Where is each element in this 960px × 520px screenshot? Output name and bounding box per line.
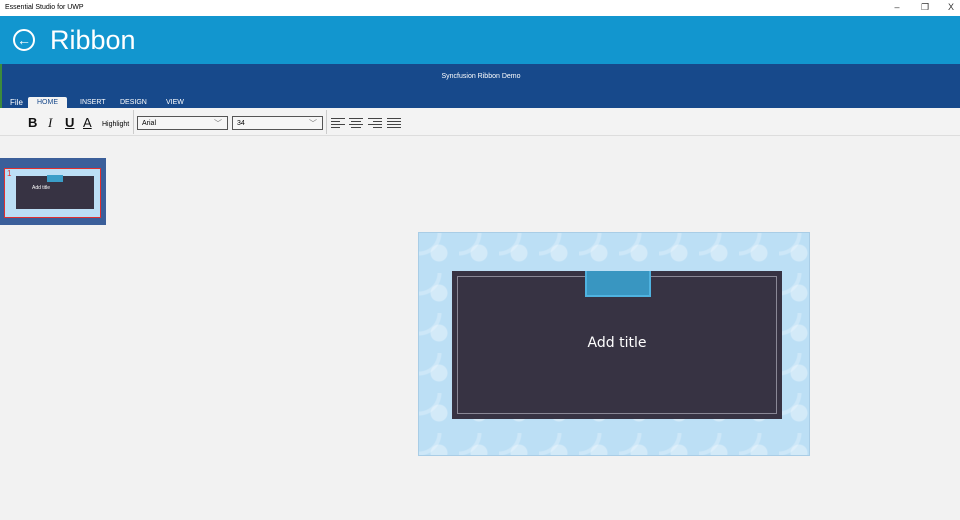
tab-file[interactable]: File — [4, 97, 29, 108]
font-family-select[interactable]: Arial ﹀ — [137, 116, 228, 130]
italic-button[interactable]: I — [48, 115, 52, 131]
align-center-icon[interactable] — [349, 118, 363, 128]
divider — [326, 110, 327, 134]
font-color-button[interactable]: A — [83, 115, 92, 130]
ribbon-title: Syncfusion Ribbon Demo — [441, 73, 521, 80]
slide-thumbnail[interactable]: 1 Add title — [0, 158, 106, 225]
thumbnail-title: Add title — [32, 185, 51, 191]
chevron-down-icon: ﹀ — [309, 119, 317, 128]
tab-view[interactable]: VIEW — [160, 97, 190, 108]
highlight-button[interactable]: Highlight — [102, 121, 129, 128]
slide-title[interactable]: Add title — [452, 335, 782, 351]
tab-insert[interactable]: INSERT — [74, 97, 112, 108]
slide-canvas[interactable]: Add title — [418, 232, 810, 456]
back-arrow-icon[interactable]: ← — [13, 29, 35, 51]
divider — [133, 110, 134, 134]
tab-design[interactable]: DESIGN — [114, 97, 153, 108]
font-size-value: 34 — [237, 120, 245, 127]
window-title: Essential Studio for UWP — [5, 4, 84, 11]
restore-button[interactable]: ❐ — [918, 2, 932, 13]
thumbnail-number: 1 — [7, 169, 12, 178]
underline-button[interactable]: U — [65, 115, 74, 130]
app-header: ← Ribbon — [0, 16, 960, 64]
thumbnail-accent — [47, 175, 63, 182]
page-title: Ribbon — [50, 25, 136, 55]
ribbon-header: Syncfusion Ribbon Demo File HOME INSERT … — [0, 64, 960, 108]
accent-tab — [585, 271, 651, 297]
title-placeholder[interactable]: Add title — [452, 271, 782, 419]
close-button[interactable]: X — [944, 2, 958, 12]
font-size-select[interactable]: 34 ﹀ — [232, 116, 323, 130]
ribbon-toolbar: B I U A Highlight Arial ﹀ 34 ﹀ — [0, 108, 960, 136]
window-titlebar: Essential Studio for UWP – ❐ X — [0, 0, 960, 16]
tab-home[interactable]: HOME — [28, 97, 67, 108]
font-family-value: Arial — [142, 120, 157, 127]
align-left-icon[interactable] — [331, 118, 345, 128]
bold-button[interactable]: B — [28, 115, 37, 130]
thumbnail-slide: 1 Add title — [4, 168, 101, 218]
minimize-button[interactable]: – — [890, 2, 904, 12]
align-right-icon[interactable] — [368, 118, 382, 128]
justify-icon[interactable] — [387, 118, 401, 128]
chevron-down-icon: ﹀ — [214, 119, 222, 128]
